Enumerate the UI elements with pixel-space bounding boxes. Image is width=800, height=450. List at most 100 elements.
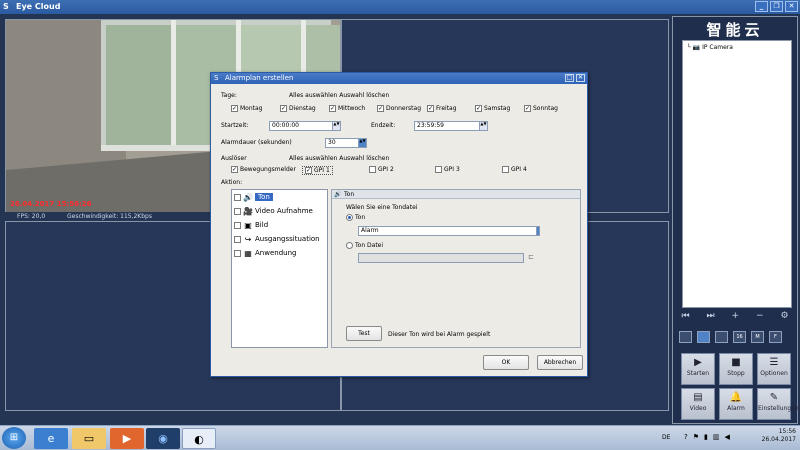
layout-4-button[interactable]	[697, 331, 710, 343]
checkbox[interactable]	[475, 105, 482, 112]
flag-icon[interactable]: ⚑	[693, 433, 699, 441]
play-icon: ▶	[694, 357, 702, 368]
checkbox[interactable]	[329, 105, 336, 112]
trigger-select-links[interactable]: Alles auswählen Auswahl löschen	[289, 155, 389, 162]
folder-icon[interactable]: ⊏	[528, 253, 534, 261]
video-button[interactable]: ▤ Video	[681, 388, 715, 420]
volume-icon[interactable]: ◀	[724, 433, 729, 441]
day-donnerstag[interactable]: Donnerstag	[377, 105, 421, 112]
close-button[interactable]: ✕	[785, 1, 798, 12]
days-select-links[interactable]: Alles auswählen Auswahl löschen	[289, 92, 389, 99]
start-button[interactable]: ⊞	[2, 427, 26, 449]
layout-16-button[interactable]: 16	[733, 331, 746, 343]
app-icon: ▦	[244, 248, 252, 258]
stop-button[interactable]: ■ Stopp	[719, 353, 753, 385]
start-time-input[interactable]: 00:00:00 ▲▼	[269, 121, 341, 131]
options-button[interactable]: ☰ Optionen	[757, 353, 791, 385]
language-indicator[interactable]: DE	[662, 434, 670, 441]
radio-button[interactable]	[346, 242, 353, 249]
layout-f-button[interactable]: F	[769, 331, 782, 343]
checkbox[interactable]	[377, 105, 384, 112]
output-icon: ↪	[244, 234, 252, 244]
tree-item-ip-camera[interactable]: └ 📷 IP Camera	[687, 44, 787, 51]
checkbox[interactable]	[280, 105, 287, 112]
end-time-label: Endzeit:	[371, 122, 396, 129]
remove-icon[interactable]: −	[756, 311, 764, 321]
media-taskbar-icon[interactable]: ▶	[110, 428, 144, 449]
settings-gear-icon[interactable]: ⚙	[780, 311, 788, 321]
camera-icon: 📷	[692, 44, 701, 51]
checkbox[interactable]	[234, 249, 241, 257]
test-button[interactable]: Test	[346, 326, 382, 341]
previous-icon[interactable]: ⏮	[681, 311, 689, 321]
checkbox[interactable]	[234, 235, 241, 243]
trigger-gpi1[interactable]: GPI 1	[302, 166, 333, 175]
checkbox[interactable]	[427, 105, 434, 112]
action-item-video[interactable]: 🎥 Video Aufnahme	[232, 204, 327, 218]
action-item-image[interactable]: ▣ Bild	[232, 218, 327, 232]
eyecloud-taskbar-icon[interactable]: ◐	[182, 428, 216, 449]
checkbox[interactable]	[234, 207, 241, 215]
app-titlebar: S Eye Cloud _ ❐ ✕	[0, 0, 800, 14]
checkbox[interactable]	[305, 167, 312, 174]
settings-button[interactable]: ✎ Einstellungen	[757, 388, 799, 420]
dialog-restore-button[interactable]: □	[565, 74, 574, 82]
dropdown-icon[interactable]	[536, 226, 540, 236]
trigger-gpi3[interactable]: GPI 3	[435, 166, 460, 173]
speed-readout: Geschwindigkeit: 115,2Kbps	[67, 213, 152, 220]
layout-1-button[interactable]	[679, 331, 692, 343]
help-icon[interactable]: ?	[684, 433, 688, 441]
day-dienstag[interactable]: Dienstag	[280, 105, 316, 112]
sound-file-input[interactable]	[358, 253, 524, 263]
trigger-motion[interactable]: Bewegungsmelder	[231, 166, 296, 173]
next-icon[interactable]: ⏭	[706, 311, 714, 321]
sound-select[interactable]: Alarm	[358, 226, 540, 236]
day-mittwoch[interactable]: Mittwoch	[329, 105, 365, 112]
clock[interactable]: 15:56 26.04.2017	[762, 428, 796, 444]
radio-button[interactable]	[346, 214, 353, 221]
day-montag[interactable]: Montag	[231, 105, 263, 112]
checkbox[interactable]	[369, 166, 376, 173]
checkbox[interactable]	[234, 193, 241, 201]
start-button[interactable]: ▶ Starten	[681, 353, 715, 385]
action-item-app[interactable]: ▦ Anwendung	[232, 246, 327, 260]
trigger-gpi2[interactable]: GPI 2	[369, 166, 394, 173]
spinner-icon[interactable]: ▲▼	[358, 138, 367, 148]
end-time-input[interactable]: 23:59:59 ▲▼	[414, 121, 488, 131]
folder-taskbar-icon[interactable]: ▭	[72, 428, 106, 449]
battery-icon[interactable]: ▮	[704, 433, 708, 441]
ok-button[interactable]: OK	[483, 355, 529, 370]
right-panel: 智能云 └ 📷 IP Camera ⏮ ⏭ + − ⚙ 16 M F ▶ Star…	[672, 16, 799, 424]
checkbox[interactable]	[524, 105, 531, 112]
minimize-button[interactable]: _	[755, 1, 768, 12]
day-sonntag[interactable]: Sonntag	[524, 105, 558, 112]
image-icon: ▣	[244, 220, 252, 230]
spinner-icon[interactable]: ▲▼	[332, 121, 341, 131]
action-item-output[interactable]: ↪ Ausgangssituation	[232, 232, 327, 246]
cancel-button[interactable]: Abbrechen	[537, 355, 583, 370]
dialog-close-button[interactable]: ✕	[576, 74, 585, 82]
network-icon[interactable]: ▥	[713, 433, 720, 441]
day-freitag[interactable]: Freitag	[427, 105, 457, 112]
radio-ton[interactable]: Ton	[346, 214, 365, 221]
clock-time: 15:56	[778, 428, 796, 435]
add-icon[interactable]: +	[732, 311, 740, 321]
app-taskbar-icon[interactable]: ◉	[146, 428, 180, 449]
checkbox[interactable]	[502, 166, 509, 173]
radio-ton-file[interactable]: Ton Datei	[346, 242, 383, 249]
dialog-title: Alarmplan erstellen	[225, 74, 294, 82]
checkbox[interactable]	[231, 166, 238, 173]
ie-taskbar-icon[interactable]: e	[34, 428, 68, 449]
action-item-ton[interactable]: 🔊 Ton	[232, 190, 327, 204]
trigger-gpi4[interactable]: GPI 4	[502, 166, 527, 173]
spinner-icon[interactable]: ▲▼	[479, 121, 488, 131]
layout-9-button[interactable]	[715, 331, 728, 343]
day-samstag[interactable]: Samstag	[475, 105, 510, 112]
checkbox[interactable]	[231, 105, 238, 112]
checkbox[interactable]	[234, 221, 241, 229]
checkbox[interactable]	[435, 166, 442, 173]
restore-button[interactable]: ❐	[770, 1, 783, 12]
duration-input[interactable]: 30 ▲▼	[325, 138, 367, 148]
alarm-button[interactable]: 🔔 Alarm	[719, 388, 753, 420]
layout-m-button[interactable]: M	[751, 331, 764, 343]
